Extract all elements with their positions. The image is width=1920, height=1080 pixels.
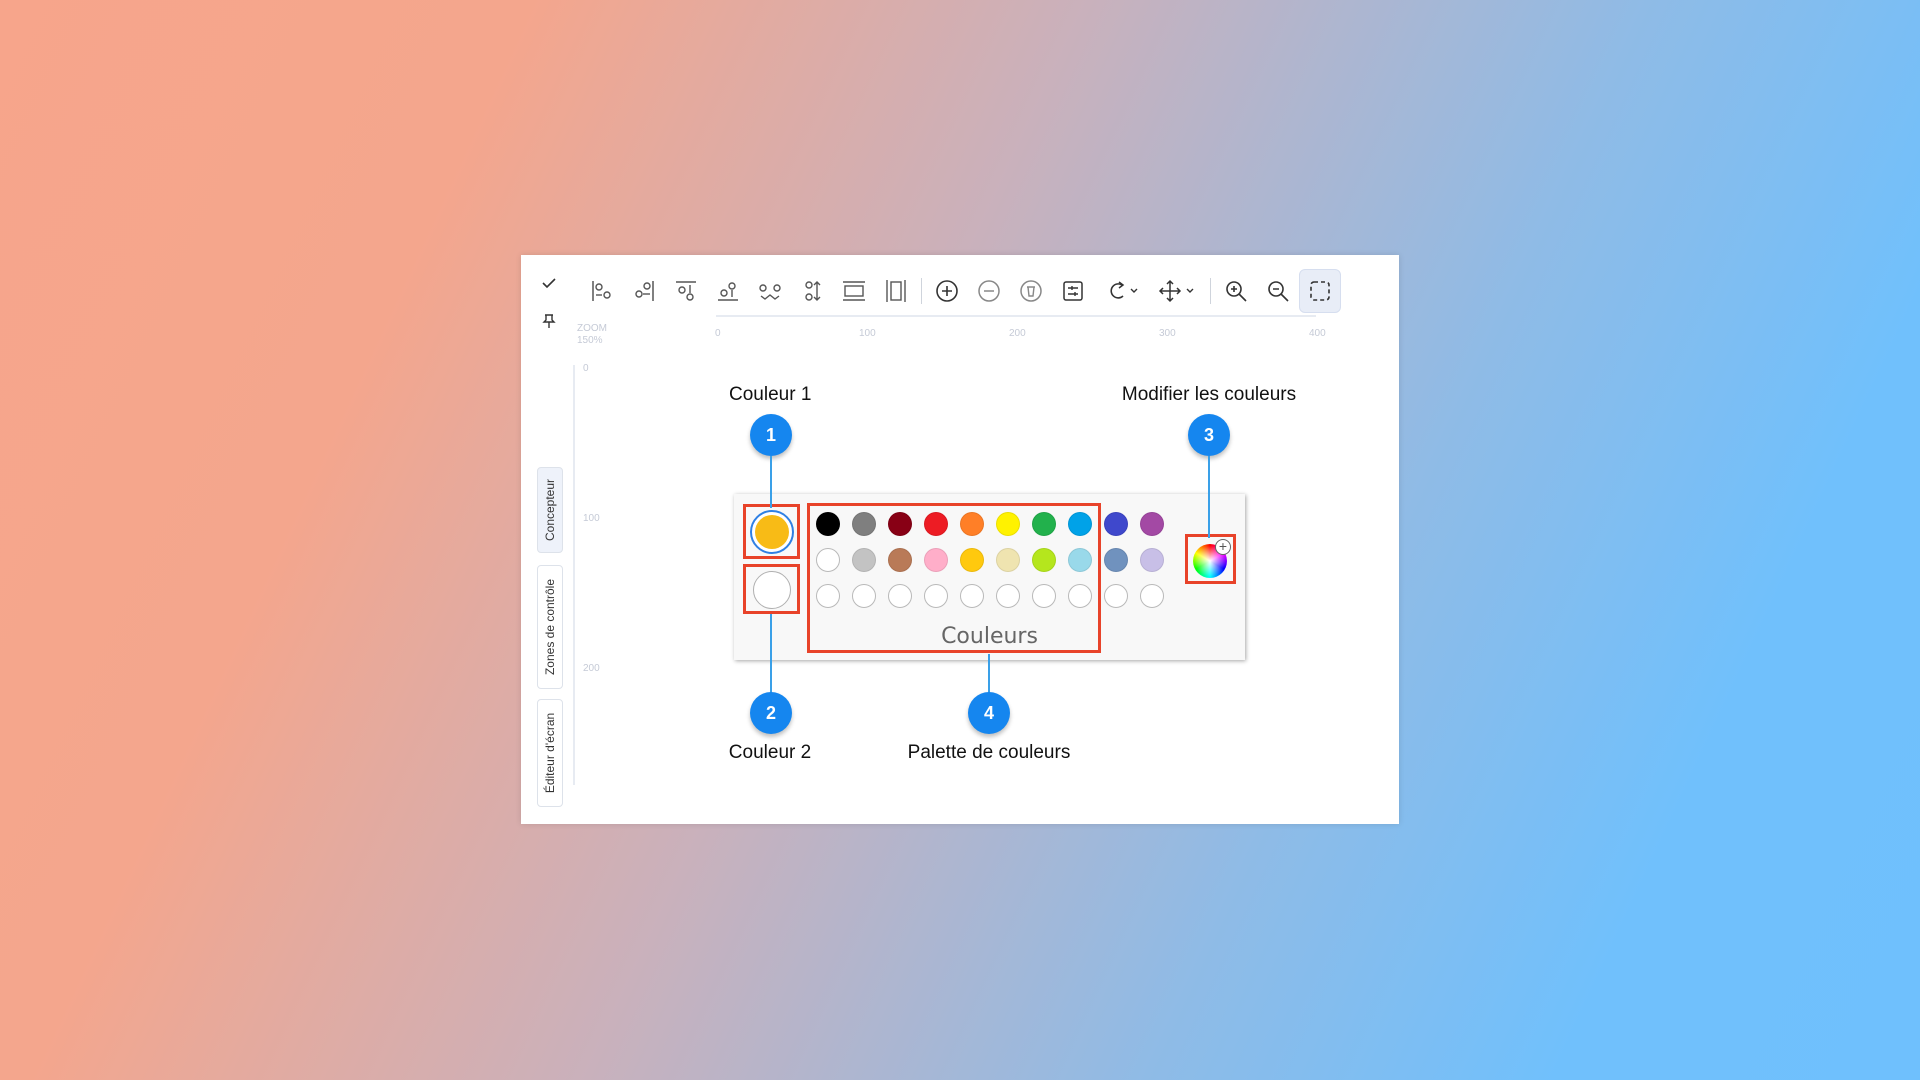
callout-line-2	[770, 614, 772, 694]
tab-label: Éditeur d'écran	[543, 712, 557, 794]
palette-swatch[interactable]	[924, 512, 948, 536]
callout-badge-3: 3	[1188, 414, 1230, 456]
zoom-out-icon[interactable]	[1257, 269, 1299, 313]
left-mini-toolbar	[539, 273, 559, 349]
align-bottom-icon[interactable]	[707, 269, 749, 313]
palette-swatch[interactable]	[996, 584, 1020, 608]
callout-badge-2: 2	[750, 692, 792, 734]
callout-label-1: Couleur 1	[729, 384, 812, 405]
select-area-icon[interactable]	[1299, 269, 1341, 313]
palette-swatch[interactable]	[888, 548, 912, 572]
callout-line-4	[988, 654, 990, 694]
palette-swatch[interactable]	[1140, 548, 1164, 572]
color2-swatch[interactable]	[753, 571, 791, 609]
palette-swatch[interactable]	[1104, 548, 1128, 572]
properties-icon[interactable]	[1052, 269, 1094, 313]
toolbar-separator	[1210, 278, 1211, 304]
palette-swatch[interactable]	[1068, 512, 1092, 536]
edit-colors-button[interactable]: +	[1190, 539, 1231, 579]
horizontal-ruler	[716, 315, 1316, 317]
tab-concepteur[interactable]: Concepteur	[537, 467, 563, 553]
color1-fill	[755, 515, 789, 549]
palette-swatch[interactable]	[1032, 512, 1056, 536]
zoom-indicator: ZOOM 150%	[577, 323, 607, 347]
callout-badge-1: 1	[750, 414, 792, 456]
palette-swatch[interactable]	[1140, 512, 1164, 536]
delete-icon[interactable]	[1010, 269, 1052, 313]
vertical-ruler	[573, 365, 575, 785]
same-height-icon[interactable]	[875, 269, 917, 313]
ruler-h-tick: 300	[1159, 328, 1176, 339]
ruler-h-tick: 0	[715, 328, 721, 339]
palette-swatch[interactable]	[1068, 584, 1092, 608]
palette-swatch[interactable]	[960, 512, 984, 536]
callout-label-2: Couleur 2	[728, 742, 812, 763]
align-right-icon[interactable]	[623, 269, 665, 313]
palette-swatch[interactable]	[816, 584, 840, 608]
move-icon[interactable]	[1150, 269, 1206, 313]
tab-editeur-ecran[interactable]: Éditeur d'écran	[537, 699, 563, 807]
palette-swatch[interactable]	[924, 584, 948, 608]
tab-label: Concepteur	[543, 478, 558, 542]
ruler-h-tick: 100	[859, 328, 876, 339]
callout-label-3: Modifier les couleurs	[1121, 384, 1297, 405]
callout-label-4: Palette de couleurs	[907, 742, 1071, 763]
add-circle-icon[interactable]	[926, 269, 968, 313]
palette-swatch[interactable]	[1032, 584, 1056, 608]
tab-zones-de-controle[interactable]: Zones de contrôle	[537, 565, 563, 689]
ruler-v-tick: 100	[583, 513, 600, 524]
zoom-in-icon[interactable]	[1215, 269, 1257, 313]
palette-swatch[interactable]	[816, 548, 840, 572]
zoom-label: ZOOM	[577, 323, 607, 334]
toolbar-separator	[921, 278, 922, 304]
distribute-vertical-icon[interactable]	[791, 269, 833, 313]
rotate-icon[interactable]	[1094, 269, 1150, 313]
zoom-value: 150%	[577, 335, 603, 346]
palette-swatch[interactable]	[1140, 584, 1164, 608]
palette-swatch[interactable]	[1104, 584, 1128, 608]
remove-circle-icon[interactable]	[968, 269, 1010, 313]
align-left-icon[interactable]	[581, 269, 623, 313]
distribute-horizontal-icon[interactable]	[749, 269, 791, 313]
palette-swatch[interactable]	[816, 512, 840, 536]
callout-line-1	[770, 456, 772, 508]
palette-swatch[interactable]	[960, 584, 984, 608]
ruler-v-tick: 0	[583, 363, 589, 374]
colors-panel: + Couleurs	[734, 494, 1245, 660]
palette-swatch[interactable]	[1032, 548, 1056, 572]
palette-swatch[interactable]	[1104, 512, 1128, 536]
palette-swatch[interactable]	[888, 512, 912, 536]
palette-swatch[interactable]	[852, 548, 876, 572]
same-width-icon[interactable]	[833, 269, 875, 313]
palette-swatch[interactable]	[1068, 548, 1092, 572]
tab-label: Zones de contrôle	[543, 578, 557, 676]
pin-icon[interactable]	[539, 311, 559, 331]
palette-swatch[interactable]	[852, 512, 876, 536]
callout-line-3	[1208, 456, 1210, 538]
panel-title: Couleurs	[941, 624, 1038, 649]
toolbar	[581, 269, 1341, 313]
callout-badge-4: 4	[968, 692, 1010, 734]
palette-swatch[interactable]	[960, 548, 984, 572]
check-icon[interactable]	[539, 273, 559, 293]
ruler-v-tick: 200	[583, 663, 600, 674]
palette-swatch[interactable]	[996, 512, 1020, 536]
ruler-h-tick: 400	[1309, 328, 1326, 339]
palette-swatch[interactable]	[924, 548, 948, 572]
color1-swatch[interactable]	[750, 510, 794, 554]
align-top-icon[interactable]	[665, 269, 707, 313]
palette-swatch[interactable]	[852, 584, 876, 608]
plus-icon: +	[1215, 539, 1231, 555]
palette-swatch[interactable]	[888, 584, 912, 608]
ruler-h-tick: 200	[1009, 328, 1026, 339]
palette-swatch[interactable]	[996, 548, 1020, 572]
